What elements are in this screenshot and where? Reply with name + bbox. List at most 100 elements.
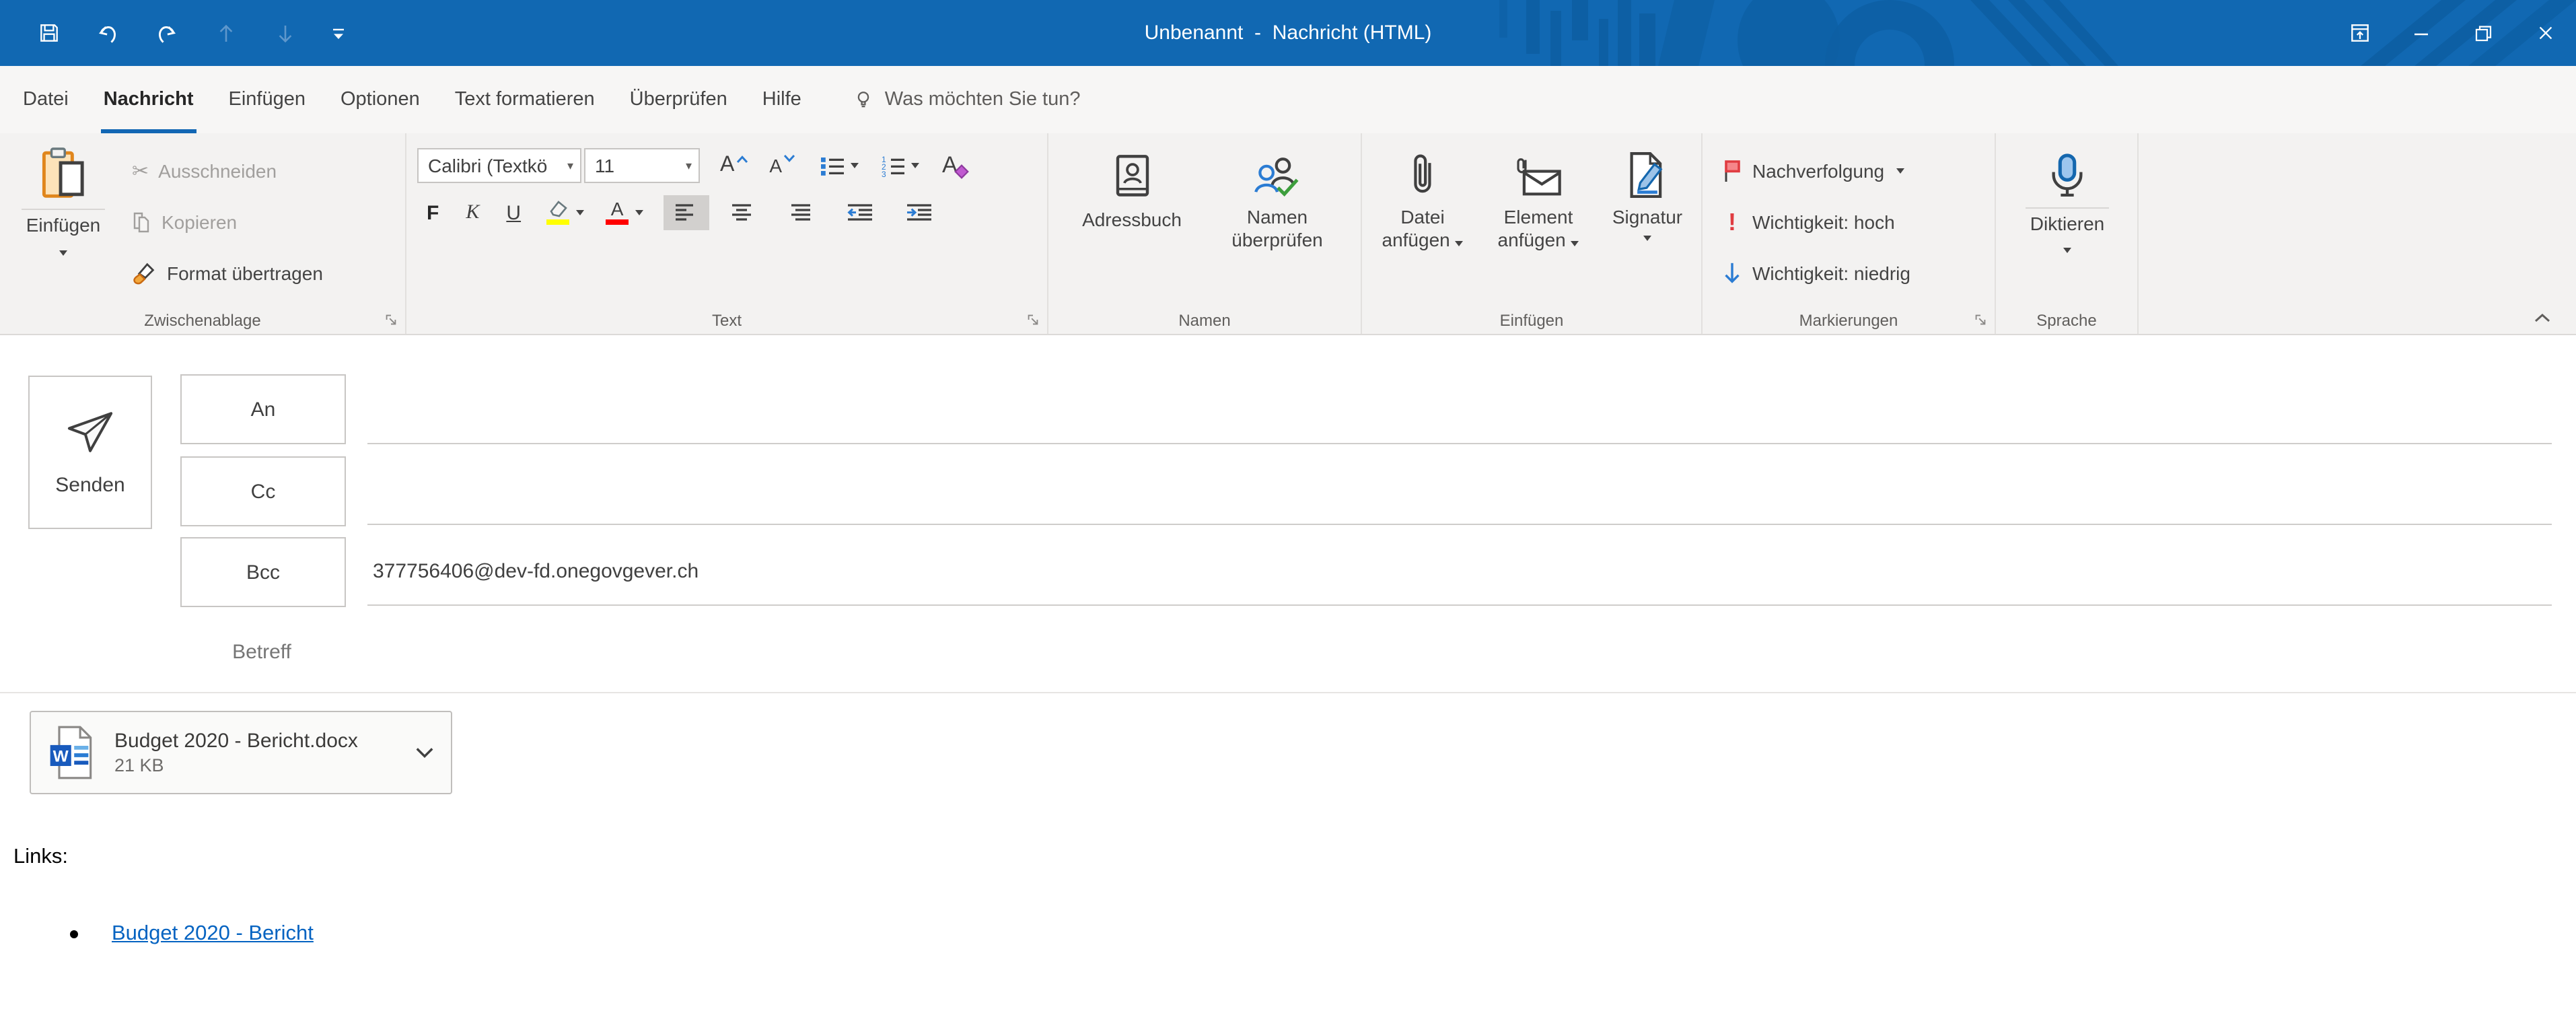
group-zwischenablage: Einfügen ✂ Ausschneiden Kopieren <box>0 133 406 334</box>
title-bar: Unbenannt - Nachricht (HTML) <box>0 0 2576 66</box>
flag-icon <box>1721 159 1743 183</box>
align-center-button[interactable] <box>720 195 766 230</box>
align-right-button[interactable] <box>777 195 822 230</box>
group-label: Namen <box>1048 311 1361 330</box>
group-markierungen: Nachverfolgung ! Wichtigkeit: hoch Wicht… <box>1703 133 1996 334</box>
clear-formatting-button[interactable]: A <box>938 148 974 183</box>
restore-button[interactable] <box>2452 0 2514 66</box>
to-button[interactable]: An <box>180 374 346 444</box>
attachment-chip[interactable]: W Budget 2020 - Bericht.docx 21 KB <box>30 711 452 794</box>
list-bullet <box>70 930 78 938</box>
redo-icon[interactable] <box>137 0 196 66</box>
cc-field[interactable] <box>367 524 2552 525</box>
attach-item-button[interactable]: Element anfügen <box>1480 141 1596 252</box>
dictate-dropdown-arrow[interactable] <box>2063 248 2071 253</box>
dialog-launcher-icon[interactable] <box>1973 312 1988 327</box>
address-book-icon <box>1110 141 1154 201</box>
align-left-button[interactable] <box>664 195 709 230</box>
bcc-field[interactable] <box>367 604 2552 606</box>
collapse-ribbon-icon[interactable] <box>2533 312 2552 323</box>
dialog-launcher-icon[interactable] <box>384 312 398 327</box>
scissors-icon: ✂ <box>132 159 149 183</box>
italic-button[interactable]: K <box>462 195 483 230</box>
tab-ueberpruefen[interactable]: Überprüfen <box>612 66 745 133</box>
subject-label: Betreff <box>180 618 343 685</box>
message-body[interactable]: Links: Budget 2020 - Bericht <box>0 810 2576 1011</box>
send-button[interactable]: Senden <box>28 376 152 529</box>
dropdown-arrow[interactable] <box>1456 241 1464 246</box>
paste-dropdown-arrow[interactable] <box>59 250 67 256</box>
font-color-dropdown-arrow[interactable] <box>635 210 643 215</box>
attachment-size: 21 KB <box>114 755 358 775</box>
close-button[interactable] <box>2514 0 2576 66</box>
group-label: Sprache <box>1996 311 2137 330</box>
cc-button[interactable]: Cc <box>180 456 346 526</box>
bullets-dropdown-arrow[interactable] <box>851 163 859 168</box>
quick-access-toolbar <box>0 0 361 66</box>
bold-button[interactable]: F <box>423 195 443 230</box>
format-painter-button[interactable]: Format übertragen <box>132 253 323 293</box>
signature-button[interactable]: Signatur <box>1599 141 1696 252</box>
bullets-button[interactable] <box>816 148 863 183</box>
attachment-filename: Budget 2020 - Bericht.docx <box>114 730 358 753</box>
numbering-dropdown-arrow[interactable] <box>911 163 919 168</box>
tab-einfuegen[interactable]: Einfügen <box>211 66 324 133</box>
underline-button[interactable]: U <box>502 195 525 230</box>
bcc-button[interactable]: Bcc <box>180 537 346 607</box>
tab-datei[interactable]: Datei <box>5 66 86 133</box>
tab-nachricht[interactable]: Nachricht <box>86 66 211 133</box>
svg-text:W: W <box>53 747 69 765</box>
undo-icon[interactable] <box>78 0 137 66</box>
highlight-button[interactable] <box>541 195 588 230</box>
window-controls <box>2328 0 2576 66</box>
chevron-down-icon: ▾ <box>686 158 699 173</box>
outlook-compose-window: Unbenannt - Nachricht (HTML) Datei Na <box>0 0 2576 1011</box>
attach-file-button[interactable]: Datei anfügen <box>1367 141 1478 252</box>
attachment-area: W Budget 2020 - Bericht.docx 21 KB <box>0 693 2576 810</box>
paste-button[interactable]: Einfügen <box>11 141 116 256</box>
increase-indent-button[interactable] <box>895 195 943 230</box>
group-text: Calibri (Textkö ▾ 11 ▾ A A <box>406 133 1048 334</box>
bcc-value[interactable]: 377756406@dev-fd.onegovgever.ch <box>373 537 699 604</box>
tab-hilfe[interactable]: Hilfe <box>745 66 819 133</box>
group-sprache: Diktieren Sprache <box>1996 133 2139 334</box>
check-names-button[interactable]: Namen überprüfen <box>1207 141 1347 252</box>
ribbon-display-options-icon[interactable] <box>2328 0 2390 66</box>
check-names-icon <box>1253 141 1301 201</box>
to-field[interactable] <box>367 443 2552 444</box>
tab-optionen[interactable]: Optionen <box>323 66 437 133</box>
save-icon[interactable] <box>19 0 78 66</box>
ribbon: Einfügen ✂ Ausschneiden Kopieren <box>0 133 2576 335</box>
font-color-button[interactable]: A <box>602 195 647 230</box>
copy-icon <box>132 211 152 234</box>
font-size-select[interactable]: 11 ▾ <box>584 148 700 183</box>
grow-font-button[interactable]: A <box>716 148 752 183</box>
dictate-button[interactable]: Diktieren <box>2007 141 2128 253</box>
dropdown-arrow[interactable] <box>1643 236 1651 241</box>
budget-report-link[interactable]: Budget 2020 - Bericht <box>112 922 314 946</box>
follow-up-button[interactable]: Nachverfolgung <box>1721 151 1995 191</box>
paperclip-icon <box>1408 141 1437 201</box>
address-book-button[interactable]: Adressbuch <box>1062 141 1202 252</box>
send-label: Senden <box>55 473 124 496</box>
decrease-indent-button[interactable] <box>836 195 884 230</box>
shrink-font-button[interactable]: A <box>765 148 799 183</box>
exclamation-icon: ! <box>1721 208 1743 236</box>
tab-text-formatieren[interactable]: Text formatieren <box>437 66 612 133</box>
high-importance-button[interactable]: ! Wichtigkeit: hoch <box>1721 202 1995 242</box>
send-icon <box>63 409 117 454</box>
tell-me-box[interactable]: Was möchten Sie tun? <box>854 66 1081 133</box>
group-label: Text <box>406 311 1047 330</box>
customize-qat-icon[interactable] <box>315 0 361 66</box>
dialog-launcher-icon[interactable] <box>1026 312 1040 327</box>
down-arrow-icon <box>1721 261 1743 285</box>
low-importance-button[interactable]: Wichtigkeit: niedrig <box>1721 253 1995 293</box>
font-name-select[interactable]: Calibri (Textkö ▾ <box>417 148 581 183</box>
numbering-button[interactable]: 123 <box>876 148 923 183</box>
dropdown-arrow[interactable] <box>1571 241 1579 246</box>
group-namen: Adressbuch Namen überprüfen <box>1048 133 1362 334</box>
dropdown-arrow[interactable] <box>1896 168 1904 174</box>
minimize-button[interactable] <box>2390 0 2452 66</box>
highlight-dropdown-arrow[interactable] <box>576 210 584 215</box>
chevron-down-icon[interactable] <box>415 746 435 759</box>
